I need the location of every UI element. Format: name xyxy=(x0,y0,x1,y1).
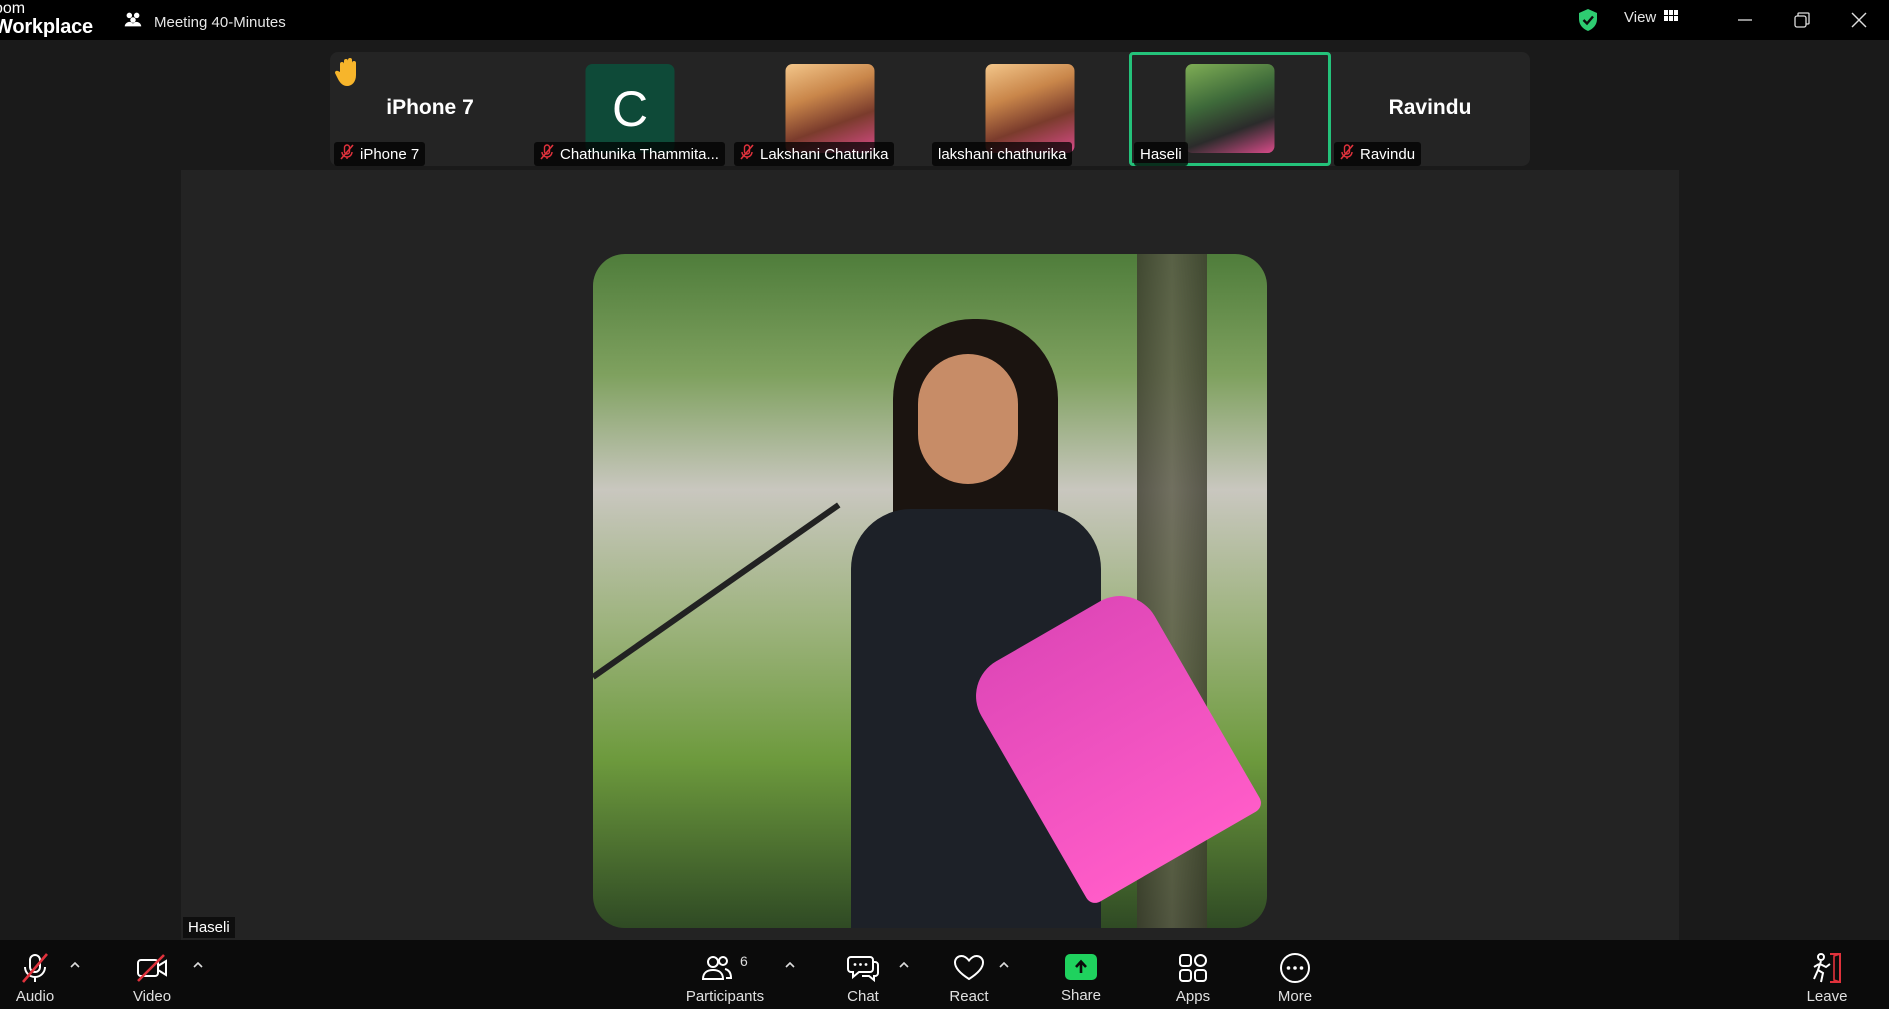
more-button[interactable]: More xyxy=(1270,940,1320,1009)
participant-video-thumbnail xyxy=(1185,64,1275,153)
participant-tile[interactable]: C Chathunika Thammita... xyxy=(530,52,730,166)
participant-name: Ravindu xyxy=(1360,145,1416,163)
video-button[interactable]: Video xyxy=(127,940,177,1009)
minimize-icon[interactable] xyxy=(1733,8,1757,32)
raised-hand-icon xyxy=(334,56,362,93)
meeting-people-icon xyxy=(122,9,144,35)
more-label: More xyxy=(1277,988,1313,1005)
chat-icon xyxy=(846,951,880,985)
mic-muted-icon xyxy=(18,951,52,985)
heart-react-icon xyxy=(952,951,986,985)
participant-name-label: lakshani chathurika xyxy=(932,142,1073,166)
participant-video-thumbnail xyxy=(785,64,875,153)
participants-options-caret-icon[interactable] xyxy=(783,958,797,972)
participant-big-name: iPhone 7 xyxy=(386,96,474,119)
audio-options-caret-icon[interactable] xyxy=(68,958,82,972)
logo-line-2: Workplace xyxy=(0,16,93,38)
participant-tile[interactable]: Ravindu Ravindu xyxy=(1330,52,1530,166)
participant-name-label: Haseli xyxy=(1134,142,1188,166)
video-options-caret-icon[interactable] xyxy=(191,958,205,972)
participants-button[interactable]: 6 Participants xyxy=(680,940,770,1009)
meeting-toolbar: Audio Video 6 Participants Chat React Sh… xyxy=(0,940,1889,1009)
speaker-name-label: Haseli xyxy=(183,917,235,938)
audio-label: Audio xyxy=(15,988,55,1005)
leave-door-icon xyxy=(1810,951,1844,985)
participant-name: Chathunika Thammita... xyxy=(560,145,719,163)
participant-name-label: Chathunika Thammita... xyxy=(534,142,725,166)
participant-name-label: Lakshani Chaturika xyxy=(734,142,895,166)
share-label: Share xyxy=(1060,987,1102,1004)
participant-tile[interactable]: lakshani chathurika xyxy=(930,52,1130,166)
app-logo: oom Workplace xyxy=(0,0,93,38)
participant-name-label: iPhone 7 xyxy=(334,142,426,166)
react-button[interactable]: React xyxy=(944,940,994,1009)
mic-muted-icon xyxy=(1340,144,1354,164)
participants-count: 6 xyxy=(740,953,748,969)
participants-label: Participants xyxy=(685,988,765,1005)
view-label: View xyxy=(1624,9,1657,26)
restore-icon[interactable] xyxy=(1790,8,1814,32)
apps-label: Apps xyxy=(1175,988,1211,1005)
share-button[interactable]: Share xyxy=(1056,940,1106,1009)
leave-label: Leave xyxy=(1806,988,1848,1005)
mic-muted-icon xyxy=(540,144,554,164)
chat-options-caret-icon[interactable] xyxy=(897,958,911,972)
participant-video-thumbnail xyxy=(985,64,1075,153)
participant-name: iPhone 7 xyxy=(360,145,420,163)
participant-name: Lakshani Chaturika xyxy=(760,145,889,163)
view-button[interactable]: View xyxy=(1624,9,1679,26)
meeting-info[interactable]: Meeting 40-Minutes xyxy=(122,9,286,35)
shield-check-icon[interactable] xyxy=(1577,8,1599,32)
apps-button[interactable]: Apps xyxy=(1168,940,1218,1009)
meeting-title: Meeting 40-Minutes xyxy=(154,13,286,31)
logo-line-1: oom xyxy=(0,0,26,17)
apps-icon xyxy=(1176,951,1210,985)
participant-name: Haseli xyxy=(1140,145,1182,163)
chat-button[interactable]: Chat xyxy=(838,940,888,1009)
share-screen-icon xyxy=(1065,954,1097,980)
more-options-icon xyxy=(1278,951,1312,985)
participant-big-name: Ravindu xyxy=(1388,96,1472,119)
chat-label: Chat xyxy=(847,988,879,1005)
participant-tile[interactable]: Lakshani Chaturika xyxy=(730,52,930,166)
leave-button[interactable]: Leave xyxy=(1802,940,1852,1009)
mic-muted-icon xyxy=(740,144,754,164)
video-off-icon xyxy=(135,951,169,985)
participant-avatar: C xyxy=(585,64,675,153)
close-icon[interactable] xyxy=(1847,8,1871,32)
react-options-caret-icon[interactable] xyxy=(997,958,1011,972)
participant-name: lakshani chathurika xyxy=(938,145,1067,163)
active-speaker-stage[interactable]: Haseli xyxy=(181,170,1679,940)
title-bar: oom Workplace Meeting 40-Minutes View xyxy=(0,0,1889,40)
grid-view-icon xyxy=(1664,9,1679,26)
participant-name-label: Ravindu xyxy=(1334,142,1422,166)
video-label: Video xyxy=(132,988,172,1005)
participants-icon: 6 xyxy=(700,951,748,985)
react-label: React xyxy=(949,988,989,1005)
mic-muted-icon xyxy=(340,144,354,164)
participant-tile[interactable]: iPhone 7 iPhone 7 xyxy=(330,52,530,166)
audio-button[interactable]: Audio xyxy=(10,940,60,1009)
participant-tile-active[interactable]: Haseli xyxy=(1129,52,1331,166)
speaker-profile-picture xyxy=(593,254,1267,928)
